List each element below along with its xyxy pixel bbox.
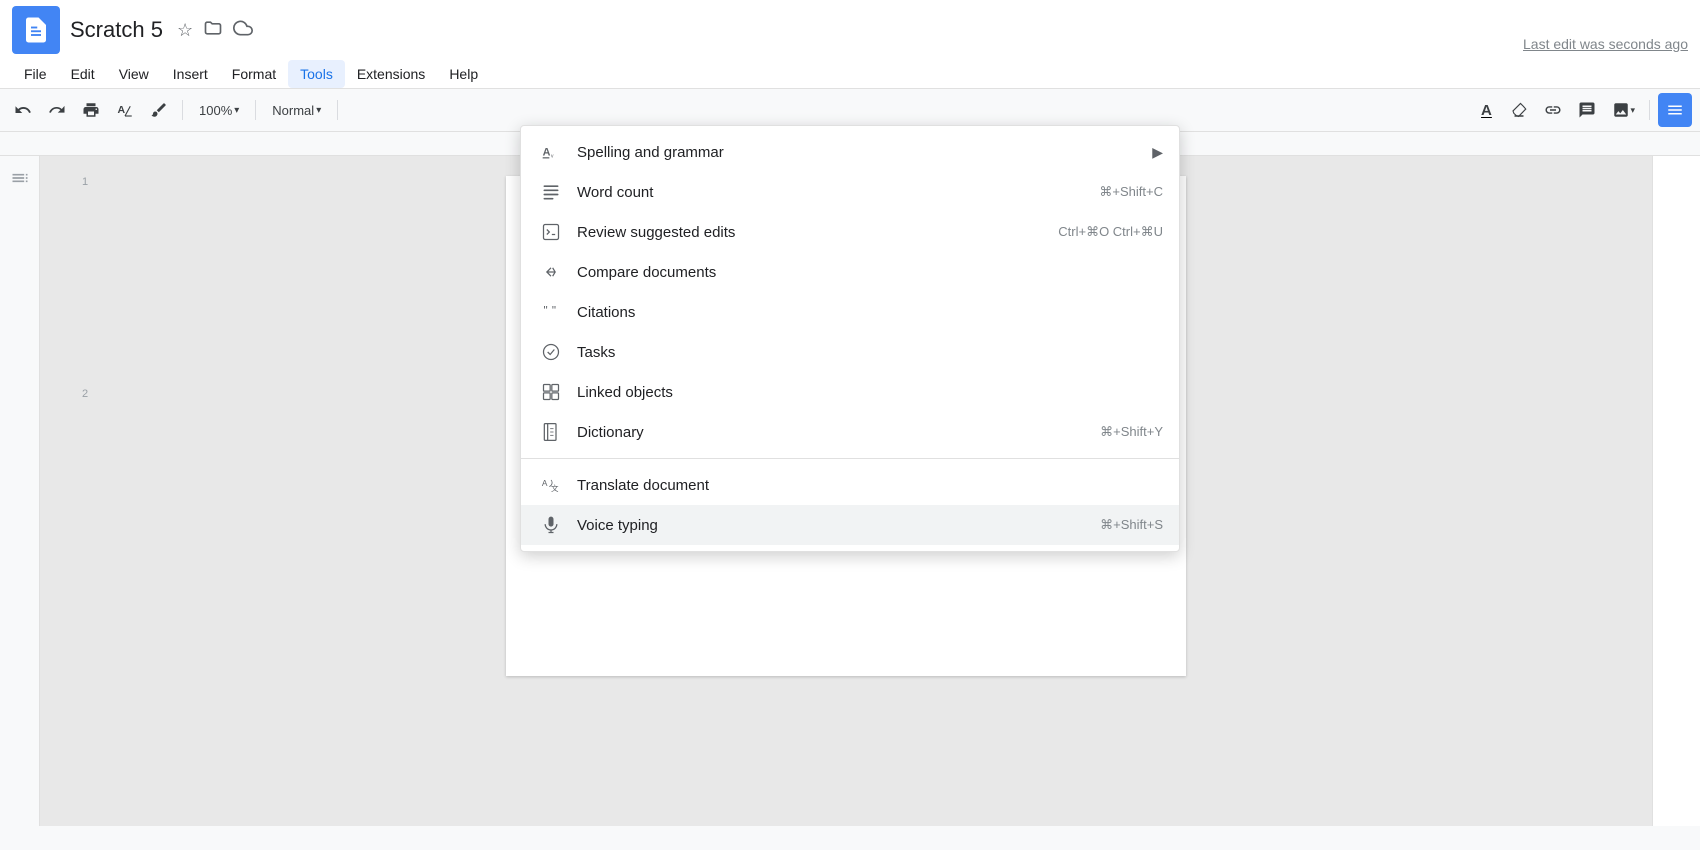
star-icon[interactable]: ☆ xyxy=(177,20,193,41)
review-edits-icon xyxy=(537,222,565,242)
menu-item-voice-typing[interactable]: Voice typing ⌘+Shift+S xyxy=(521,505,1179,545)
voice-typing-label: Voice typing xyxy=(577,517,1080,534)
zoom-value: 100% xyxy=(199,103,232,118)
title-action-icons: ☆ xyxy=(177,18,253,43)
svg-text:A: A xyxy=(543,146,551,158)
google-docs-icon xyxy=(12,6,60,54)
print-button[interactable] xyxy=(76,96,106,124)
citations-label: Citations xyxy=(577,304,1163,321)
zoom-selector[interactable]: 100% ▾ xyxy=(191,99,247,122)
linked-objects-icon xyxy=(537,382,565,402)
compare-docs-icon xyxy=(537,262,565,282)
word-count-shortcut: ⌘+Shift+C xyxy=(1099,184,1163,200)
linked-objects-label: Linked objects xyxy=(577,384,1163,401)
zoom-arrow-icon: ▾ xyxy=(234,105,239,116)
menu-item-tasks[interactable]: Tasks xyxy=(521,332,1179,372)
title-row: Scratch 5 ☆ Last edit was seconds ago xyxy=(12,6,1688,58)
document-title: Scratch 5 xyxy=(70,17,163,43)
tasks-icon xyxy=(537,342,565,362)
highlight-button[interactable] xyxy=(1504,96,1534,124)
menu-extensions[interactable]: Extensions xyxy=(345,60,437,88)
sidebar-toggle-button[interactable] xyxy=(1658,93,1692,127)
paint-format-button[interactable] xyxy=(144,96,174,124)
menu-item-spelling-grammar[interactable]: A ᵥ Spelling and grammar ▶ xyxy=(521,132,1179,172)
insert-comment-button[interactable] xyxy=(1572,96,1602,124)
svg-text:文: 文 xyxy=(551,483,559,493)
menu-item-dictionary[interactable]: Dictionary ⌘+Shift+Y xyxy=(521,412,1179,452)
menu-item-citations[interactable]: " " Citations xyxy=(521,292,1179,332)
toolbar-divider-1 xyxy=(182,100,183,120)
header: Scratch 5 ☆ Last edit was seconds ago Fi… xyxy=(0,0,1700,89)
toolbar-divider-4 xyxy=(1649,100,1650,120)
spellcheck-button[interactable]: A xyxy=(110,96,140,124)
translate-label: Translate document xyxy=(577,477,1163,494)
menu-view[interactable]: View xyxy=(107,60,161,88)
review-edits-label: Review suggested edits xyxy=(577,224,1038,241)
left-sidebar xyxy=(0,156,40,826)
voice-typing-shortcut: ⌘+Shift+S xyxy=(1100,517,1163,533)
menu-item-translate[interactable]: A 文 Translate document xyxy=(521,465,1179,505)
toolbar-right-group: A ▾ xyxy=(1472,93,1692,127)
text-color-button[interactable]: A xyxy=(1472,96,1500,124)
spelling-grammar-label: Spelling and grammar xyxy=(577,144,1142,161)
insert-image-button[interactable]: ▾ xyxy=(1606,96,1641,124)
menu-separator xyxy=(521,458,1179,459)
menu-help[interactable]: Help xyxy=(437,60,490,88)
insert-link-button[interactable] xyxy=(1538,96,1568,124)
svg-text:": " xyxy=(544,305,548,318)
dictionary-label: Dictionary xyxy=(577,424,1080,441)
outline-icon[interactable] xyxy=(10,168,30,193)
line-num-2: 2 xyxy=(82,388,88,400)
svg-text:A: A xyxy=(542,478,548,488)
cloud-save-icon[interactable] xyxy=(233,18,253,43)
menu-tools[interactable]: Tools xyxy=(288,60,345,88)
line-num-1: 1 xyxy=(82,176,88,188)
word-count-label: Word count xyxy=(577,184,1079,201)
text-color-icon: A xyxy=(1481,102,1492,119)
menu-insert[interactable]: Insert xyxy=(161,60,220,88)
review-edits-shortcut: Ctrl+⌘O Ctrl+⌘U xyxy=(1058,224,1163,240)
toolbar-divider-3 xyxy=(337,100,338,120)
redo-button[interactable] xyxy=(42,96,72,124)
translate-icon: A 文 xyxy=(537,475,565,495)
menu-item-review-edits[interactable]: Review suggested edits Ctrl+⌘O Ctrl+⌘U xyxy=(521,212,1179,252)
folder-icon[interactable] xyxy=(203,18,223,43)
menu-format[interactable]: Format xyxy=(220,60,288,88)
undo-button[interactable] xyxy=(8,96,38,124)
menubar: File Edit View Insert Format Tools Exten… xyxy=(12,58,1688,88)
svg-text:A: A xyxy=(118,104,126,116)
tasks-label: Tasks xyxy=(577,344,1163,361)
dictionary-icon xyxy=(537,422,565,442)
spelling-grammar-arrow: ▶ xyxy=(1152,144,1163,161)
citations-icon: " " xyxy=(537,302,565,322)
menu-edit[interactable]: Edit xyxy=(59,60,107,88)
line-numbers: 1 2 xyxy=(82,176,88,400)
toolbar-divider-2 xyxy=(255,100,256,120)
menu-file[interactable]: File xyxy=(12,60,59,88)
word-count-icon xyxy=(537,182,565,202)
style-selector[interactable]: Normal ▾ xyxy=(264,99,329,122)
spelling-grammar-icon: A ᵥ xyxy=(537,142,565,162)
menu-item-linked-objects[interactable]: Linked objects xyxy=(521,372,1179,412)
menu-item-word-count[interactable]: Word count ⌘+Shift+C xyxy=(521,172,1179,212)
style-arrow-icon: ▾ xyxy=(316,105,321,116)
dictionary-shortcut: ⌘+Shift+Y xyxy=(1100,424,1163,440)
voice-typing-icon xyxy=(537,515,565,535)
compare-docs-label: Compare documents xyxy=(577,264,1163,281)
right-panel xyxy=(1652,156,1700,826)
style-value: Normal xyxy=(272,103,314,118)
last-edit-status: Last edit was seconds ago xyxy=(1523,36,1688,54)
svg-text:ᵥ: ᵥ xyxy=(550,150,554,159)
menu-item-compare-docs[interactable]: Compare documents xyxy=(521,252,1179,292)
tools-dropdown-menu: A ᵥ Spelling and grammar ▶ Word count ⌘+… xyxy=(520,125,1180,552)
svg-text:": " xyxy=(552,305,556,318)
